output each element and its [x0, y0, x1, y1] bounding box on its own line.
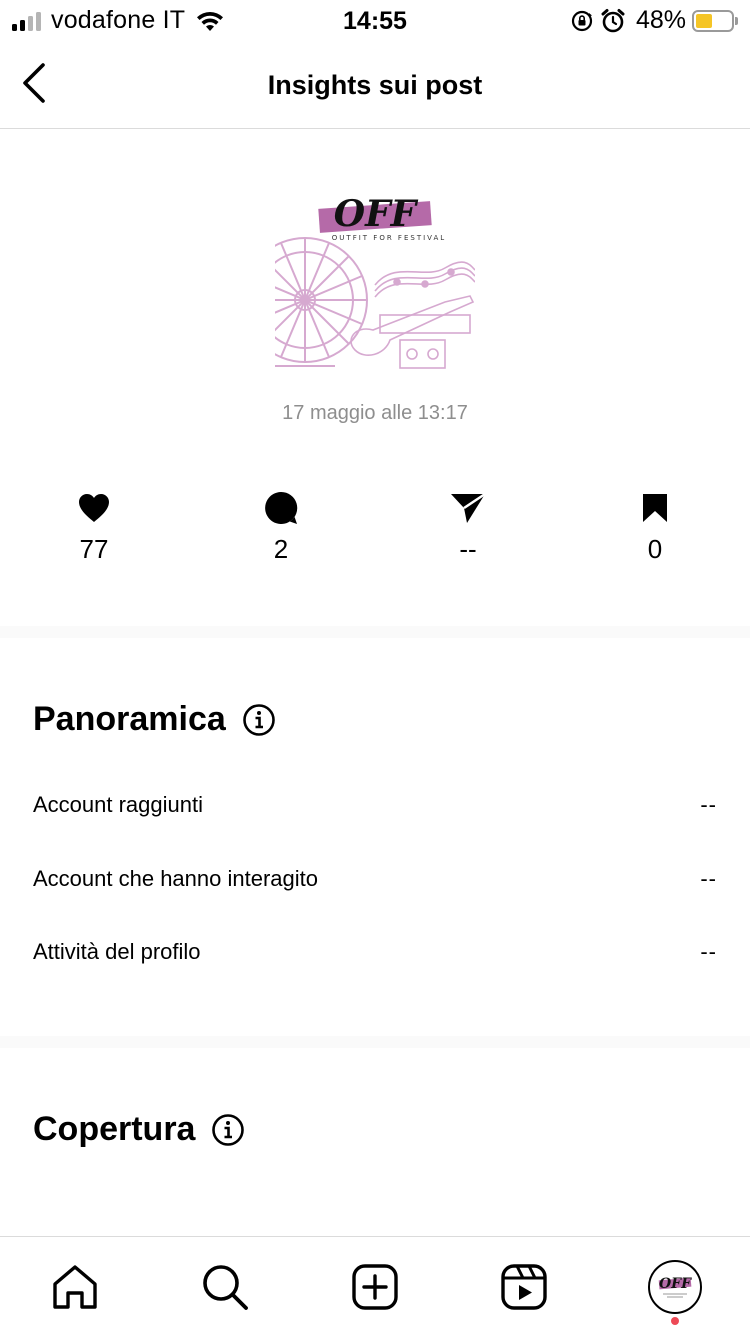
status-left: vodafone IT: [12, 6, 225, 35]
avatar-logo: OFF: [658, 1276, 692, 1298]
tab-profile[interactable]: OFF: [647, 1259, 703, 1315]
section-divider: [0, 1036, 750, 1048]
rotation-lock-icon: [571, 10, 593, 31]
metric-label: Attività del profilo: [33, 939, 201, 964]
reach-title: Copertura: [33, 1110, 196, 1148]
status-right: 48%: [570, 6, 738, 35]
status-bar: vodafone IT 14:55 48%: [0, 0, 750, 42]
share-icon: [451, 492, 486, 523]
page-title: Insights sui post: [267, 70, 483, 100]
tab-home[interactable]: [47, 1259, 103, 1315]
metric-value: --: [700, 792, 717, 817]
chevron-left-icon: [23, 63, 45, 103]
bookmark-icon: [643, 494, 667, 522]
tab-reels[interactable]: [496, 1259, 552, 1315]
post-stats: 77 2 -- 0: [0, 490, 750, 570]
likes-count: 77: [79, 534, 109, 564]
metric-label: Account raggiunti: [33, 792, 203, 817]
create-icon: [352, 1264, 398, 1310]
battery-percentage: 48%: [635, 6, 686, 34]
post-date: 17 maggio alle 13:17: [282, 402, 468, 424]
battery-fill: [696, 13, 713, 28]
shares-count: --: [459, 534, 477, 564]
logo-subtitle: OUTFIT FOR FESTIVAL: [332, 234, 446, 242]
metric-label: Account che hanno interagito: [33, 866, 318, 891]
home-icon: [53, 1265, 97, 1309]
search-icon: [203, 1265, 248, 1310]
saves-count: 0: [647, 534, 663, 564]
stat-shares: --: [408, 490, 528, 565]
metric-row-accounts-reached: Account raggiunti --: [33, 792, 717, 818]
comments-count: 2: [273, 534, 289, 564]
alarm-icon: [601, 8, 625, 32]
profile-avatar: OFF: [648, 1260, 702, 1314]
carrier-name: vodafone IT: [51, 6, 186, 34]
reels-icon: [501, 1264, 547, 1310]
overview-title: Panoramica: [33, 700, 226, 738]
logo-text: OFF: [334, 193, 419, 235]
heart-icon: [79, 494, 109, 522]
nav-header: Insights sui post: [0, 42, 750, 129]
reach-section-header: Copertura: [33, 1110, 245, 1149]
stat-comments: 2: [221, 490, 341, 565]
info-icon[interactable]: [242, 703, 276, 737]
wifi-icon: [197, 11, 224, 31]
post-image: OFF OUTFIT FOR FESTIVAL: [242, 193, 476, 369]
post-thumbnail[interactable]: OFF OUTFIT FOR FESTIVAL: [242, 190, 476, 370]
avatar-logo-text: OFF: [659, 1276, 692, 1292]
section-divider: [0, 626, 750, 638]
tab-create[interactable]: [347, 1259, 403, 1315]
metric-row-profile-activity: Attività del profilo --: [33, 939, 717, 965]
stat-likes: 77: [34, 490, 154, 565]
overview-section-header: Panoramica: [33, 700, 276, 739]
metric-value: --: [700, 866, 717, 891]
comment-icon: [265, 491, 298, 524]
battery-icon: [692, 9, 738, 32]
stat-saves: 0: [595, 490, 715, 565]
metric-value: --: [700, 939, 717, 964]
signal-strength-icon: [12, 11, 41, 31]
back-button[interactable]: [14, 60, 54, 106]
tab-search[interactable]: [197, 1259, 253, 1315]
bottom-tab-bar: OFF: [0, 1236, 750, 1334]
info-icon[interactable]: [211, 1113, 245, 1147]
profile-notification-dot: [671, 1317, 679, 1325]
metric-row-accounts-engaged: Account che hanno interagito --: [33, 866, 717, 892]
